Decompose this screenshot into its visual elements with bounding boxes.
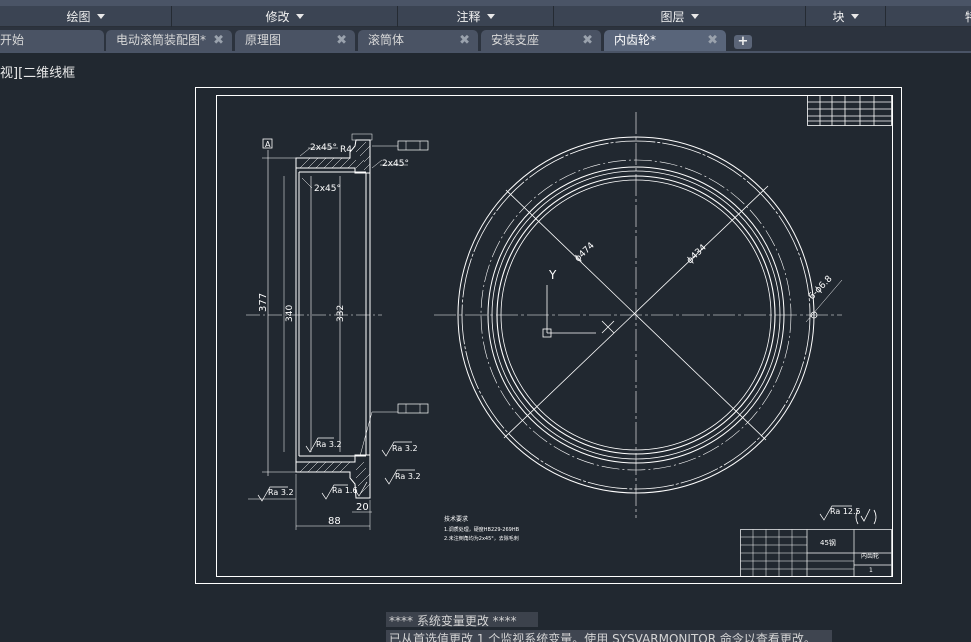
drawing-canvas[interactable]: 377 A 340 332 2x45° R4 2x45° 2x45° Ra 3.…: [0, 0, 971, 642]
title-part-name: 内齿轮: [861, 552, 879, 560]
roughness-a: Ra 3.2: [316, 440, 342, 449]
ucs-y-label: Y: [548, 268, 557, 282]
tech-req-1: 1.调质处理，硬度HB229-269HB: [444, 526, 520, 533]
title-material: 45钢: [820, 538, 836, 547]
dim-dia-474: ϕ474: [573, 241, 597, 264]
radius-r4: R4: [340, 145, 352, 155]
command-history-line: **** 系统变量更改 ****: [386, 612, 538, 628]
title-sheet-no: 1: [869, 567, 873, 574]
sheet-outer-border: [195, 87, 902, 584]
ucs-icon: [542, 285, 615, 338]
dim-340: 340: [285, 305, 295, 322]
datum-a: A: [265, 140, 271, 149]
dim-holes: 6-ϕ6.8: [807, 274, 835, 302]
chamfer-top-right: 2x45°: [382, 159, 409, 169]
dim-20: 20: [356, 502, 369, 513]
tech-req-title: 技术要求: [444, 515, 468, 523]
front-view: ϕ474 ϕ434 6-ϕ6.8 Y: [434, 112, 843, 518]
roughness-e: Ra 1.6: [332, 486, 358, 495]
tech-req-2: 2.未注倒角均为2x45°，去除毛刺: [444, 535, 519, 542]
revision-table: [807, 95, 892, 126]
command-history-line: 已从首选值更改 1 个监视系统变量。使用 SYSVARMONITOR 命令以查看…: [386, 630, 832, 642]
dim-88: 88: [328, 516, 341, 527]
roughness-b: Ra 3.2: [392, 444, 418, 453]
chamfer-top-left: 2x45°: [310, 143, 337, 153]
dim-377: 377: [258, 293, 269, 312]
chamfer-inner: 2x45°: [314, 184, 341, 194]
section-view: 377 A 340 332 2x45° R4 2x45° 2x45° Ra 3.…: [246, 133, 429, 530]
roughness-c: Ra 3.2: [395, 472, 421, 481]
roughness-d: Ra 3.2: [268, 488, 294, 497]
dim-332: 332: [336, 305, 346, 322]
